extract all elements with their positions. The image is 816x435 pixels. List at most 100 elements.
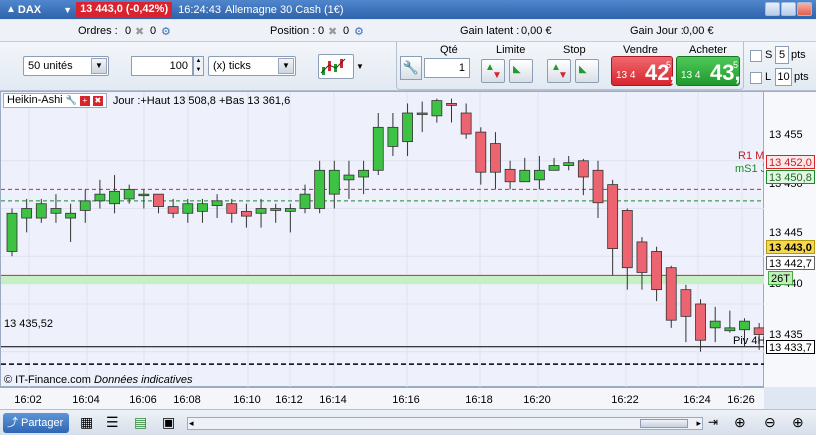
candle-body: [387, 126, 399, 147]
candlestick-chart[interactable]: [1, 92, 765, 388]
limit-sell-button[interactable]: ◣: [509, 59, 533, 83]
ticks-unit-value: (x) ticks: [213, 60, 251, 72]
time-axis[interactable]: 16:02 16:04 16:06 16:08 16:10 16:12 16:1…: [0, 387, 764, 409]
limit-buy-button[interactable]: ▲ ▼: [481, 59, 505, 83]
stop-buy-button[interactable]: ▲ ▼: [547, 59, 571, 83]
candle-body: [548, 165, 560, 171]
candle-body: [79, 200, 91, 211]
x-tick: 16:20: [523, 394, 551, 406]
orders-gear-icon[interactable]: ⚙: [161, 25, 171, 38]
last-price-tag: 13 443,0: [766, 240, 815, 254]
candle-body: [665, 267, 677, 321]
collapse-toggle[interactable]: ▲: [6, 0, 16, 19]
candle-body: [167, 206, 179, 214]
chart-strategy-icon: [320, 58, 346, 75]
zoom-fit-icon[interactable]: ⊕: [734, 414, 746, 431]
gain-latent-label: Gain latent :: [460, 25, 520, 37]
candle-body: [621, 210, 633, 269]
stop-sell-button[interactable]: ◣: [575, 59, 599, 83]
add-indicator-icon[interactable]: +: [79, 95, 90, 106]
qty-input[interactable]: 1: [424, 58, 470, 78]
x-tick: 16:22: [611, 394, 639, 406]
candle-body: [35, 203, 47, 219]
x-tick: 16:10: [233, 394, 261, 406]
ticks-input[interactable]: 100: [131, 56, 193, 76]
calendar-icon[interactable]: ▣: [162, 414, 175, 431]
buy-label: Acheter: [689, 44, 727, 56]
s-checkbox[interactable]: [750, 50, 762, 62]
piv-label: Piv 4H: [733, 335, 766, 347]
chart-area[interactable]: [0, 91, 765, 388]
candle-body: [490, 143, 501, 173]
close-button[interactable]: [797, 2, 812, 16]
s-points-input[interactable]: 5: [775, 46, 789, 64]
zoom-in-icon[interactable]: ⊕: [792, 414, 804, 431]
scroll-left-icon[interactable]: ◂: [189, 418, 194, 429]
horizontal-scrollbar[interactable]: ◂ ▸: [187, 417, 703, 430]
symbol-label[interactable]: DAX: [18, 4, 41, 16]
piv-price-tag: 13 433,7: [766, 340, 815, 354]
y-tick: 13 455: [769, 129, 803, 141]
chevron-down-icon[interactable]: ▼: [91, 58, 107, 74]
l-points-input[interactable]: 10: [775, 68, 792, 86]
l-pts-label: pts: [794, 71, 809, 83]
chart-style-box[interactable]: Heikin-Ashi 🔧 + ✖: [3, 93, 107, 108]
orders-close-icon[interactable]: ✖: [135, 25, 144, 38]
ticks-spinner[interactable]: ▲ ▼: [193, 56, 204, 76]
buy-button[interactable]: 13 4 43, 5: [676, 56, 741, 86]
spread-band: [1, 275, 765, 285]
candle-body: [416, 112, 428, 115]
l-checkbox[interactable]: [750, 72, 762, 84]
candle-body: [402, 112, 413, 143]
position-gear-icon[interactable]: ⚙: [354, 25, 364, 38]
sell-label: Vendre: [623, 44, 658, 56]
candle-body: [123, 188, 135, 200]
candle-body: [50, 208, 62, 214]
symbol-dropdown-icon[interactable]: ▼: [63, 5, 72, 15]
minimize-button[interactable]: [765, 2, 780, 16]
candle-body: [138, 193, 150, 197]
strategy-dropdown-icon[interactable]: ▼: [356, 62, 364, 71]
bottom-toolbar: ⤴ Partager ▦ ☰ ▤ ▣ ◂ ▸ ⇥ ⊕ ⊖ ⊕: [0, 409, 816, 435]
x-tick: 16:08: [173, 394, 201, 406]
position-close-icon[interactable]: ✖: [328, 25, 337, 38]
layout-icon[interactable]: ▦: [80, 414, 93, 431]
candle-body: [358, 169, 370, 178]
ms1-label: mS1 J: [735, 163, 767, 175]
limit-down-icon: ▼: [492, 70, 502, 81]
list-icon[interactable]: ☰: [106, 414, 119, 431]
grid-icon[interactable]: ▤: [134, 414, 147, 431]
wrench-icon[interactable]: 🔧: [66, 94, 77, 107]
candle-body: [519, 169, 531, 183]
strategy-icon-button[interactable]: [318, 54, 354, 79]
maximize-button[interactable]: [781, 2, 796, 16]
position-label: Position :: [270, 25, 316, 37]
scroll-right-icon[interactable]: ▸: [696, 418, 701, 429]
remove-indicator-icon[interactable]: ✖: [92, 95, 103, 106]
credit-label: © IT-Finance.com Données indicatives: [4, 374, 192, 386]
s-pts-label: pts: [791, 49, 806, 61]
candle-body: [592, 169, 604, 204]
sell-button[interactable]: 13 4 42, 5: [611, 56, 676, 86]
candle-body: [372, 126, 384, 171]
r1-label: R1 M: [738, 150, 765, 162]
candle-body: [577, 160, 589, 178]
scroll-end-icon[interactable]: ⇥: [708, 415, 718, 429]
candle-body: [255, 208, 267, 214]
gain-jour-label: Gain Jour :: [630, 25, 684, 37]
titlebar-price: 13 443,0 (-0,42%): [76, 2, 173, 17]
candle-body: [680, 289, 692, 317]
orders-value: 0: [125, 25, 132, 37]
ticks-unit-select[interactable]: (x) ticks ▼: [208, 56, 296, 76]
stop-sell-icon: ◣: [579, 64, 587, 75]
x-tick: 16:24: [683, 394, 711, 406]
units-select[interactable]: 50 unités ▼: [23, 56, 109, 76]
low-level-label: 13 435,52: [4, 318, 53, 330]
share-button[interactable]: ⤴ Partager: [3, 413, 69, 433]
chevron-down-icon[interactable]: ▼: [278, 58, 294, 74]
limit-label: Limite: [496, 44, 526, 56]
candle-body: [636, 241, 648, 273]
scroll-thumb[interactable]: [640, 419, 688, 428]
zoom-out-icon[interactable]: ⊖: [764, 414, 776, 431]
chart-info: Jour :+Haut 13 508,8 +Bas 13 361,6: [112, 94, 291, 107]
